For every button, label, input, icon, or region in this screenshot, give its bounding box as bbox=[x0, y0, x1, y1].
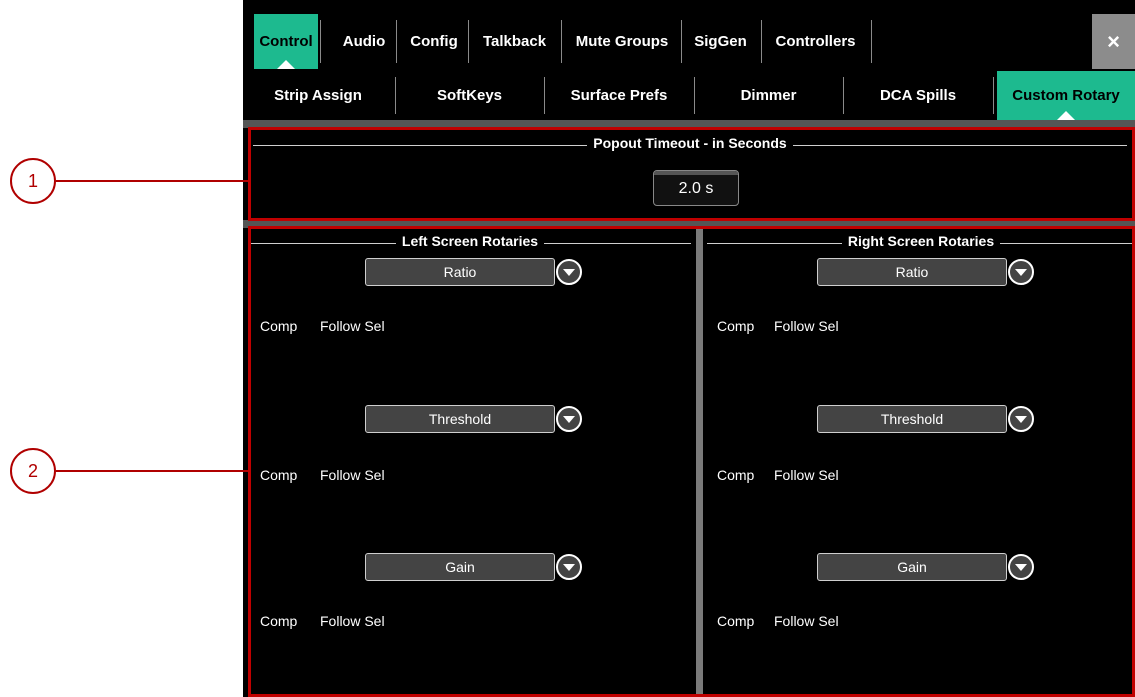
tab-softkeys-label: SoftKeys bbox=[436, 87, 503, 104]
tab-separator bbox=[694, 77, 695, 114]
tab-separator bbox=[320, 20, 321, 63]
tab-separator bbox=[761, 20, 762, 63]
close-button[interactable]: × bbox=[1092, 14, 1135, 69]
tab-siggen-label: SigGen bbox=[694, 33, 747, 50]
tab-separator bbox=[396, 20, 397, 63]
tab-strip-assign[interactable]: Strip Assign bbox=[243, 71, 393, 120]
tab-controllers[interactable]: Controllers bbox=[763, 14, 868, 69]
tab-control[interactable]: Control bbox=[254, 14, 318, 69]
tab-separator bbox=[843, 77, 844, 114]
tab-separator bbox=[871, 20, 872, 63]
tab-separator bbox=[993, 77, 994, 114]
callout-1-number: 1 bbox=[27, 171, 38, 191]
tab-strip-assign-label: Strip Assign bbox=[274, 87, 362, 104]
callout-leader-2 bbox=[56, 470, 248, 472]
tab-custom-rotary[interactable]: Custom Rotary bbox=[997, 71, 1135, 120]
tab-controllers-label: Controllers bbox=[775, 33, 856, 50]
tab-separator bbox=[395, 77, 396, 114]
tab-mute-groups-label: Mute Groups bbox=[575, 33, 669, 50]
tab-talkback[interactable]: Talkback bbox=[470, 14, 559, 69]
tab-separator bbox=[468, 20, 469, 63]
callout-leader-1 bbox=[56, 180, 248, 182]
tab-separator bbox=[561, 20, 562, 63]
annotation-box-2 bbox=[248, 226, 1135, 697]
tab-control-label: Control bbox=[259, 33, 313, 50]
sub-tab-bar: Strip Assign SoftKeys Surface Prefs Dimm… bbox=[243, 71, 1135, 120]
tab-dimmer[interactable]: Dimmer bbox=[696, 71, 841, 120]
tab-surface-prefs[interactable]: Surface Prefs bbox=[546, 71, 692, 120]
tab-siggen[interactable]: SigGen bbox=[683, 14, 758, 69]
tab-dca-spills[interactable]: DCA Spills bbox=[845, 71, 991, 120]
tab-audio[interactable]: Audio bbox=[331, 14, 397, 69]
tab-config-label: Config bbox=[410, 33, 458, 50]
tab-audio-label: Audio bbox=[342, 33, 386, 50]
active-tab-indicator bbox=[277, 60, 295, 69]
callout-1: 1 bbox=[10, 158, 56, 204]
close-icon: × bbox=[1107, 29, 1120, 54]
top-tab-bar: Control Audio Config Talkback Mute Group… bbox=[243, 14, 1092, 69]
tab-config[interactable]: Config bbox=[403, 14, 465, 69]
annotation-box-1 bbox=[248, 127, 1135, 221]
tab-surface-prefs-label: Surface Prefs bbox=[570, 87, 668, 104]
tab-talkback-label: Talkback bbox=[482, 33, 547, 50]
tab-separator bbox=[544, 77, 545, 114]
tab-mute-groups[interactable]: Mute Groups bbox=[563, 14, 681, 69]
callout-2: 2 bbox=[10, 448, 56, 494]
tab-softkeys[interactable]: SoftKeys bbox=[397, 71, 542, 120]
tab-separator bbox=[681, 20, 682, 63]
tab-dimmer-label: Dimmer bbox=[740, 87, 797, 104]
tab-dca-spills-label: DCA Spills bbox=[879, 87, 957, 104]
callout-2-number: 2 bbox=[27, 461, 38, 481]
active-tab-indicator bbox=[1057, 111, 1075, 120]
tab-custom-rotary-label: Custom Rotary bbox=[1012, 87, 1120, 104]
